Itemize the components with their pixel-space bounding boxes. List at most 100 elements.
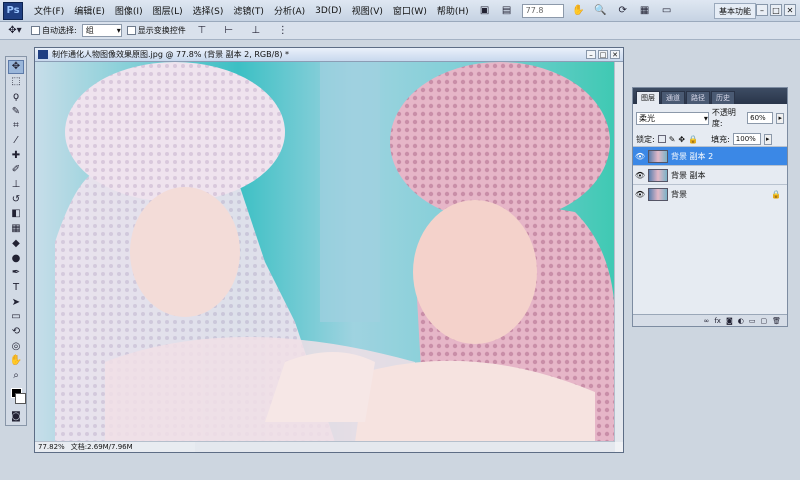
marquee-tool-icon[interactable]: ⬚: [8, 75, 24, 89]
eraser-tool-icon[interactable]: ◧: [8, 207, 24, 221]
close-icon[interactable]: ✕: [784, 4, 796, 16]
document-icon: [38, 50, 48, 59]
link-layers-icon[interactable]: ∞: [704, 317, 710, 325]
zoom-status[interactable]: 77.82%: [38, 443, 65, 451]
zoom-select[interactable]: 77.8: [521, 3, 564, 18]
workspace-switcher[interactable]: 基本功能: [714, 3, 756, 19]
distribute-icon[interactable]: ⋮: [274, 23, 292, 39]
layer-row[interactable]: 👁 背景 副本 2: [633, 146, 787, 165]
menu-window[interactable]: 窗口(W): [388, 4, 432, 17]
align-bottom-icon[interactable]: ⊥: [247, 23, 265, 39]
new-group-icon[interactable]: ▭: [749, 317, 756, 325]
quick-select-tool-icon[interactable]: ✎: [8, 104, 24, 118]
eye-icon[interactable]: 👁: [635, 170, 645, 180]
menu-file[interactable]: 文件(F): [29, 4, 69, 17]
3d-rotate-icon[interactable]: ⟲: [8, 325, 24, 339]
align-middle-icon[interactable]: ⊢: [220, 23, 238, 39]
layer-row[interactable]: 👁 背景 副本: [633, 165, 787, 184]
lock-row: 锁定: ✎ ✥ 🔒 填充: 100% ▸: [633, 132, 787, 146]
opacity-field[interactable]: 60%: [747, 112, 774, 124]
minimize-icon[interactable]: –: [756, 4, 768, 16]
tab-paths[interactable]: 路径: [686, 91, 710, 104]
tab-channels[interactable]: 通道: [661, 91, 685, 104]
type-tool-icon[interactable]: T: [8, 281, 24, 295]
zoom-tool-icon[interactable]: 🔍: [592, 3, 610, 19]
quick-mask-icon[interactable]: ◙: [8, 410, 24, 424]
screen-mode-icon[interactable]: ▭: [658, 3, 676, 19]
layers-panel: 图层 通道 路径 历史 柔光 ▾ 不透明度: 60% ▸ 锁定: ✎ ✥ 🔒 填…: [632, 87, 788, 327]
document-title-bar[interactable]: 制作通化人物图像效果原图.jpg @ 77.8% (背景 副本 2, RGB/8…: [35, 48, 623, 62]
bridge-icon[interactable]: ▣: [476, 3, 494, 19]
crop-tool-icon[interactable]: ⌗: [8, 119, 24, 133]
zoom-tool-icon[interactable]: ⌕: [8, 369, 24, 383]
menu-filter[interactable]: 滤镜(T): [228, 4, 269, 17]
auto-select-checkbox[interactable]: [31, 26, 40, 35]
close-icon[interactable]: ✕: [610, 50, 620, 59]
menu-bar: Ps 文件(F) 编辑(E) 图像(I) 图层(L) 选择(S) 滤镜(T) 分…: [0, 0, 800, 22]
menu-view[interactable]: 视图(V): [347, 4, 388, 17]
arrange-documents-icon[interactable]: ▦: [636, 3, 654, 19]
shape-tool-icon[interactable]: ▭: [8, 310, 24, 324]
fill-label: 填充:: [711, 134, 730, 144]
background-color-swatch[interactable]: [14, 393, 26, 405]
auto-select-dropdown[interactable]: 组 ▾: [81, 24, 122, 37]
maximize-icon[interactable]: □: [770, 4, 782, 16]
menu-3d[interactable]: 3D(D): [310, 6, 347, 16]
dodge-tool-icon[interactable]: ●: [8, 251, 24, 265]
eye-icon[interactable]: 👁: [635, 151, 645, 161]
new-layer-icon[interactable]: ▢: [760, 317, 767, 325]
auto-select-option[interactable]: 自动选择:: [31, 25, 77, 36]
blur-tool-icon[interactable]: ◆: [8, 236, 24, 250]
menu-select[interactable]: 选择(S): [188, 4, 229, 17]
path-select-icon[interactable]: ➤: [8, 295, 24, 309]
blend-mode-select[interactable]: 柔光 ▾: [636, 111, 709, 125]
canvas-photo[interactable]: [35, 62, 615, 442]
minimize-icon[interactable]: –: [586, 50, 596, 59]
eye-icon[interactable]: 👁: [635, 189, 645, 199]
menu-edit[interactable]: 编辑(E): [69, 4, 110, 17]
tab-layers[interactable]: 图层: [636, 91, 660, 104]
gradient-tool-icon[interactable]: ▦: [8, 222, 24, 236]
lock-label: 锁定:: [636, 134, 655, 144]
fill-field[interactable]: 100%: [732, 133, 761, 145]
add-mask-icon[interactable]: ◙: [726, 317, 733, 325]
align-top-icon[interactable]: ⊤: [193, 23, 211, 39]
menu-help[interactable]: 帮助(H): [432, 4, 474, 17]
vertical-scrollbar[interactable]: [614, 62, 623, 442]
lock-pixels-icon[interactable]: ✎: [669, 135, 676, 144]
tab-history[interactable]: 历史: [711, 91, 735, 104]
eyedropper-tool-icon[interactable]: ⁄: [8, 134, 24, 148]
layer-row[interactable]: 👁 背景 🔒: [633, 184, 787, 203]
layer-thumbnail: [648, 187, 668, 201]
lock-transparency-icon[interactable]: [657, 135, 666, 143]
lock-all-icon[interactable]: 🔒: [688, 135, 698, 144]
pen-tool-icon[interactable]: ✒: [8, 266, 24, 280]
horizontal-scrollbar[interactable]: [195, 441, 615, 452]
mini-bridge-icon[interactable]: ▤: [498, 3, 516, 19]
show-transform-checkbox[interactable]: [126, 26, 136, 35]
chevron-down-icon: ▾: [703, 113, 708, 123]
layers-panel-footer: ∞ fx ◙ ◐ ▭ ▢ 🗑: [633, 314, 787, 326]
opacity-slider-icon[interactable]: ▸: [776, 112, 785, 124]
maximize-icon[interactable]: □: [598, 50, 608, 59]
history-brush-icon[interactable]: ↺: [8, 192, 24, 206]
fill-slider-icon[interactable]: ▸: [763, 133, 772, 145]
clone-stamp-icon[interactable]: ⊥: [8, 178, 24, 192]
healing-brush-icon[interactable]: ✚: [8, 148, 24, 162]
show-transform-option[interactable]: 显示变换控件: [126, 25, 186, 36]
3d-orbit-icon[interactable]: ◎: [8, 339, 24, 353]
move-tool-icon[interactable]: ✥: [8, 60, 24, 74]
brush-tool-icon[interactable]: ✐: [8, 163, 24, 177]
lock-position-icon[interactable]: ✥: [678, 135, 685, 144]
menu-analysis[interactable]: 分析(A): [269, 4, 310, 17]
menu-image[interactable]: 图像(I): [110, 4, 148, 17]
lasso-tool-icon[interactable]: ϙ: [8, 89, 24, 103]
hand-tool-icon[interactable]: ✋: [8, 354, 24, 368]
delete-layer-icon[interactable]: 🗑: [772, 317, 781, 325]
move-tool-preset-icon[interactable]: ✥▾: [6, 23, 24, 39]
menu-layer[interactable]: 图层(L): [148, 4, 188, 17]
layer-style-icon[interactable]: fx: [714, 317, 721, 325]
rotate-view-icon[interactable]: ⟳: [614, 3, 632, 19]
hand-tool-icon[interactable]: ✋: [570, 3, 588, 19]
adjustment-layer-icon[interactable]: ◐: [738, 317, 744, 325]
